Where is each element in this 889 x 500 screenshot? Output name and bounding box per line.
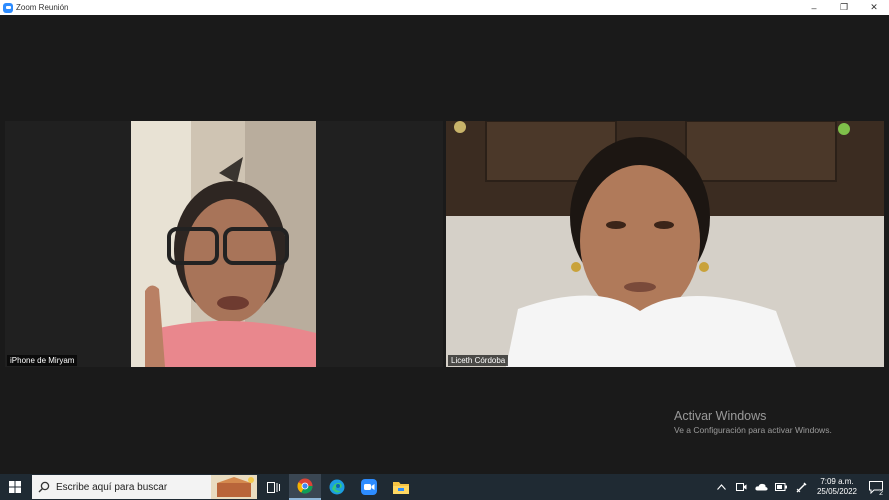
window-title: Zoom Reunión [16,3,69,12]
watermark-subtitle: Ve a Configuración para activar Windows. [674,425,832,435]
taskbar-zoom-button[interactable] [353,474,385,500]
video-tile-liceth[interactable]: Liceth Córdoba [446,121,884,367]
taskbar-search-box[interactable]: Escribe aquí para buscar [32,475,257,499]
taskbar-chrome-button[interactable] [289,474,321,500]
participant-name-tag: iPhone de Miryam [7,355,78,366]
taskbar-file-explorer-button[interactable] [385,474,417,500]
camera-tray-icon [735,483,746,491]
windows-taskbar: Escribe aquí para buscar 7:09 a.m. 25/05… [0,474,889,500]
edge-icon [329,479,345,495]
search-placeholder: Escribe aquí para buscar [56,481,168,493]
window-controls: – ❐ ✕ [799,0,889,15]
watermark-title: Activar Windows [674,409,767,423]
zoom-app-icon [3,2,13,13]
notification-center-button[interactable]: 2 [863,474,889,500]
meeting-stage: iPhone de Miryam Liceth Córdoba Activar … [0,15,889,474]
show-hidden-icons-button[interactable] [711,474,731,500]
close-button[interactable]: ✕ [859,0,889,15]
system-tray: 7:09 a.m. 25/05/2022 2 [711,474,889,500]
battery-icon [775,483,787,491]
video-tile-miryam[interactable]: iPhone de Miryam [5,121,443,367]
pen-icon [796,482,806,492]
onedrive-icon-button[interactable] [751,474,771,500]
minimize-button[interactable]: – [799,0,829,15]
chevron-up-icon [716,484,726,490]
pen-workspace-button[interactable] [791,474,811,500]
clock-date: 25/05/2022 [816,487,858,496]
search-icon [38,481,50,493]
clock-time: 7:09 a.m. [820,477,854,486]
window-titlebar: Zoom Reunión – ❐ ✕ [0,0,889,15]
battery-icon-button[interactable] [771,474,791,500]
participant-video-liceth [446,121,884,367]
restore-button[interactable]: ❐ [829,0,859,15]
windows-logo-icon [9,481,21,493]
folder-icon [393,482,409,494]
taskbar-clock[interactable]: 7:09 a.m. 25/05/2022 [811,477,863,497]
taskbar-edge-button[interactable] [321,474,353,500]
zoom-icon [361,479,377,495]
task-view-icon [266,481,280,493]
search-highlight-icon [211,475,257,499]
task-view-button[interactable] [257,474,289,500]
start-button[interactable] [0,474,30,500]
windows-activation-watermark: Activar Windows Ve a Configuración para … [674,409,832,435]
participant-name-tag: Liceth Córdoba [448,355,509,366]
chrome-icon [297,478,313,494]
notification-count-badge: 2 [877,490,885,497]
participant-video-miryam [5,121,443,367]
cloud-icon [754,483,768,491]
meet-now-icon-button[interactable] [731,474,751,500]
